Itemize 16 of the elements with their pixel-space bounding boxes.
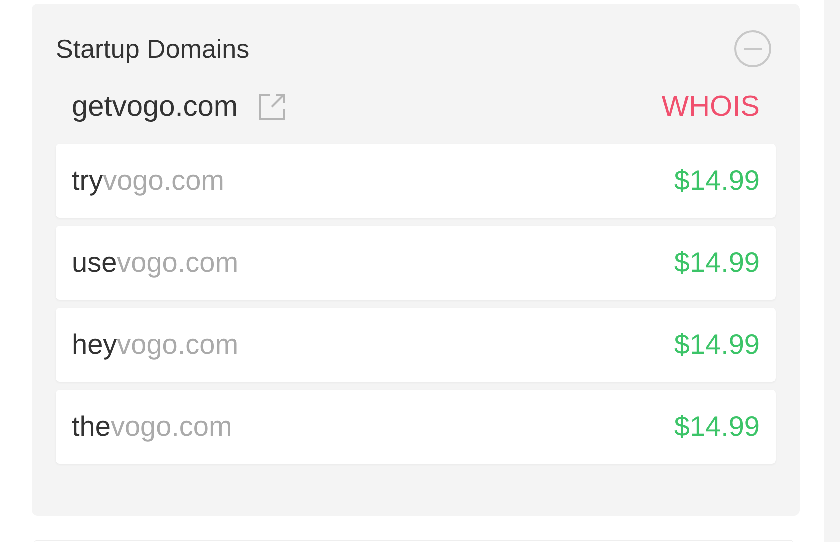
external-link-icon[interactable] [258, 93, 286, 121]
domain-price: $14.99 [674, 165, 760, 197]
panel-title: Startup Domains [56, 34, 250, 64]
suggested-domain: thevogo.com [72, 411, 232, 443]
suggested-domain: usevogo.com [72, 247, 239, 279]
domain-suggestion-row[interactable]: heyvogo.com $14.99 [56, 308, 776, 382]
collapse-icon[interactable] [734, 30, 772, 68]
domain-suggestion-row[interactable]: tryvogo.com $14.99 [56, 144, 776, 218]
suggested-domain: heyvogo.com [72, 329, 239, 361]
domain-suggestion-row[interactable]: usevogo.com $14.99 [56, 226, 776, 300]
domain-price: $14.99 [674, 329, 760, 361]
domain-name: getvogo.com [72, 90, 238, 124]
domain-price: $14.99 [674, 247, 760, 279]
domain-suggestion-row[interactable]: thevogo.com $14.99 [56, 390, 776, 464]
suggested-domain: tryvogo.com [72, 165, 225, 197]
domain-price: $14.99 [674, 411, 760, 443]
